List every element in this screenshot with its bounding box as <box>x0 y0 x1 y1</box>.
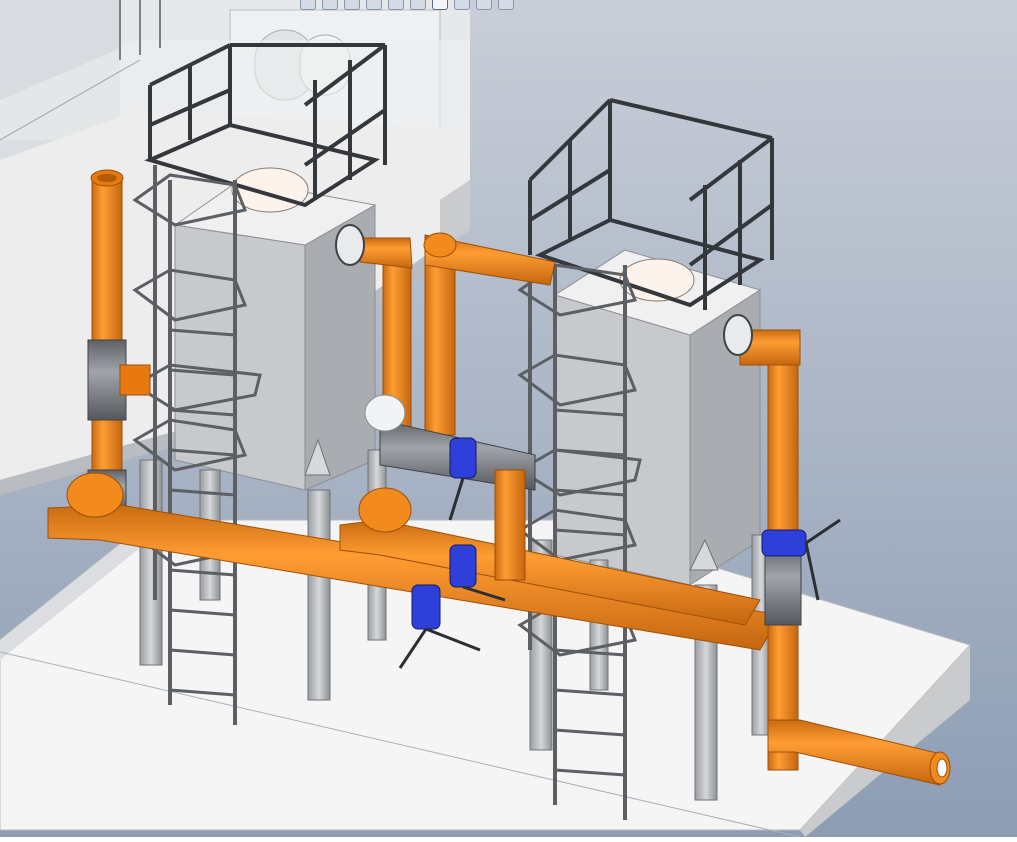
hide-show-icon[interactable] <box>432 0 448 10</box>
display-style-icon[interactable] <box>410 0 426 10</box>
scene-icon[interactable] <box>476 0 492 10</box>
section-view-icon[interactable] <box>366 0 382 10</box>
view-settings-icon[interactable] <box>498 0 514 10</box>
pan-icon[interactable] <box>344 0 360 10</box>
view-orientation-icon[interactable] <box>388 0 404 10</box>
3d-model-scene[interactable] <box>0 0 1017 838</box>
cad-viewport[interactable] <box>0 0 1017 838</box>
appearance-icon[interactable] <box>454 0 470 10</box>
heads-up-toolbar <box>300 0 514 10</box>
rotate-icon[interactable] <box>322 0 338 10</box>
zoom-icon[interactable] <box>300 0 316 10</box>
